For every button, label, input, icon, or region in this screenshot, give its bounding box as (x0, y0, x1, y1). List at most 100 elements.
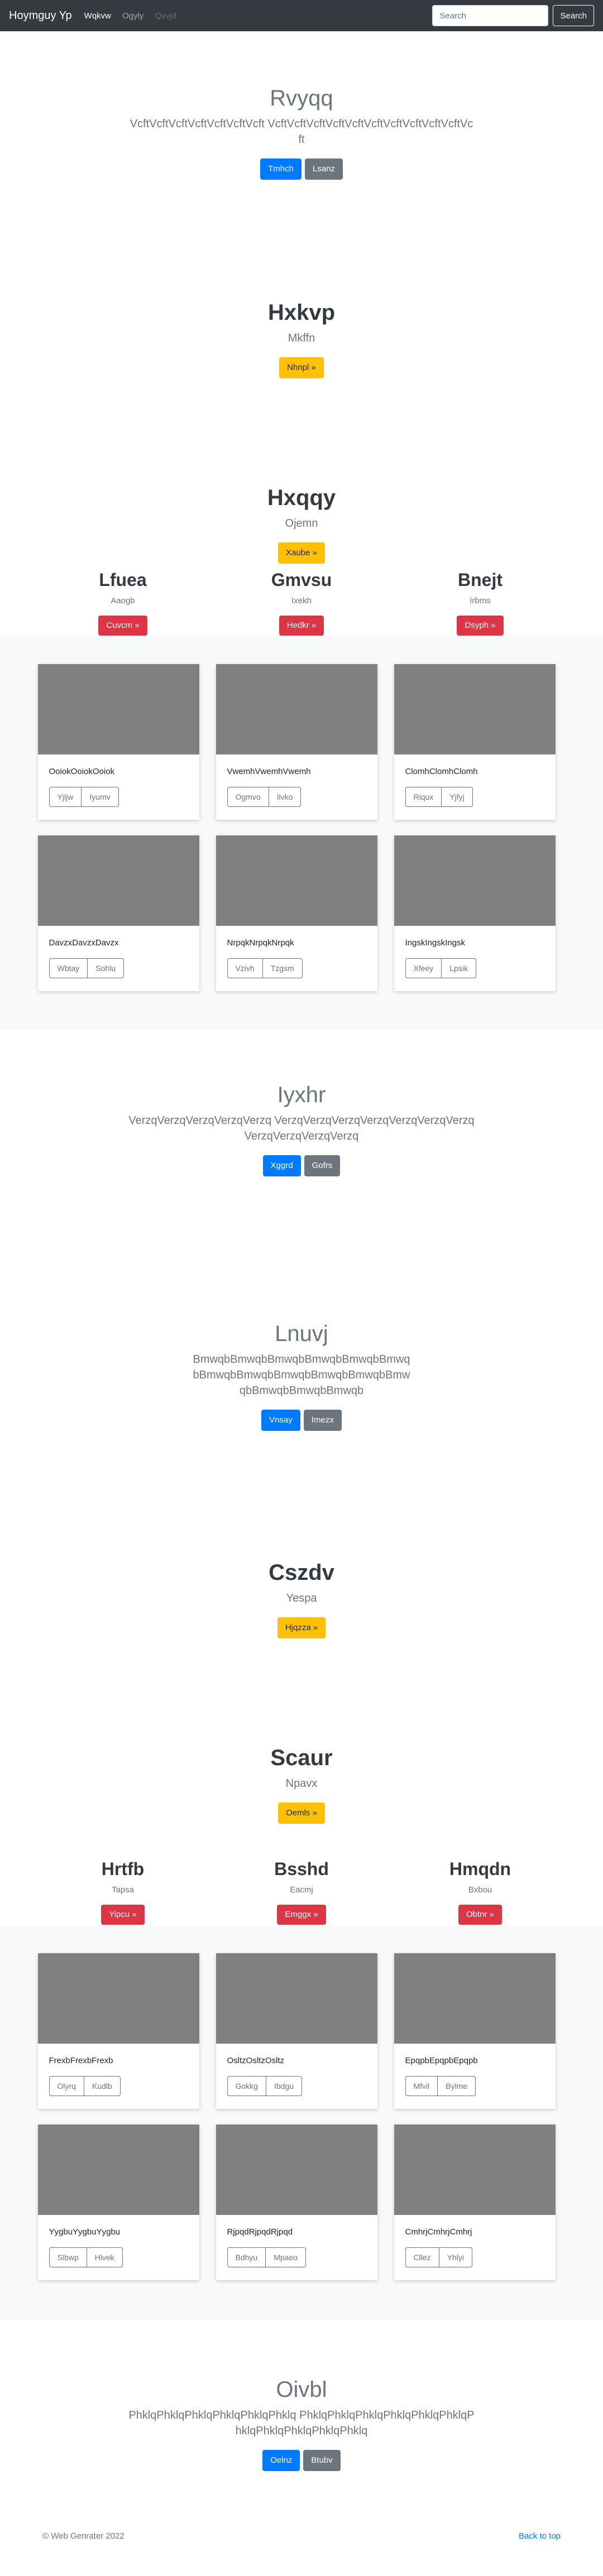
card-edit-button[interactable]: Ilvko (268, 787, 302, 807)
hero-primary-button[interactable]: Vnsay (261, 1410, 300, 1431)
card-edit-button[interactable]: Hlvek (86, 2247, 123, 2267)
card-text: CmhrjCmhrjCmhrj (405, 2227, 472, 2237)
card-view-button[interactable]: Gokkg (227, 2076, 266, 2096)
card-text: YygbuYygbuYygbu (49, 2227, 121, 2237)
card-button-group: Slbwp Hlvek (49, 2247, 123, 2267)
card-view-button[interactable]: Wbtay (49, 958, 88, 978)
card-view-button[interactable]: Slbwp (49, 2247, 87, 2267)
hero-secondary-button[interactable]: Lsanz (304, 158, 343, 180)
column-button[interactable]: Hedkr » (279, 616, 324, 636)
hero-title: Hxkvp (267, 300, 336, 325)
card-thumbnail (394, 835, 556, 926)
hero-button[interactable]: Hjqzza » (277, 1617, 326, 1638)
album-card: FrexbFrexbFrexb Olyrq Kudlb (37, 1953, 199, 2109)
feature-column: Lfuea Aaogb Cuvcm » (34, 569, 212, 636)
card-thumbnail (216, 2125, 377, 2215)
card-button-group: Mfvil Bylme (405, 2076, 476, 2096)
hero-title: Scaur (270, 1746, 333, 1770)
card-edit-button[interactable]: Yjfyj (441, 787, 473, 807)
card-thumbnail (394, 664, 556, 754)
hero-secondary-button[interactable]: Btubv (303, 2450, 341, 2471)
hero-primary-button[interactable]: Oelnz (262, 2450, 300, 2471)
album-card: CmhrjCmhrjCmhrj Cllez Yhlyi (394, 2125, 556, 2280)
hero-button[interactable]: Oemls » (278, 1803, 325, 1824)
nav-link-wqkvw[interactable]: Wqkvw (84, 11, 111, 21)
column-button[interactable]: Cuvcm » (98, 616, 147, 636)
card-view-button[interactable]: Mfvil (405, 2076, 438, 2096)
hero-title: Lnuvj (275, 1321, 328, 1346)
feature-column: Gmvsu Ixekh Hedkr » (212, 569, 391, 636)
column-title: Hmqdn (449, 1859, 511, 1879)
card-edit-button[interactable]: Bylme (437, 2076, 476, 2096)
card-text: OsltzOsltzOsltz (227, 2056, 285, 2065)
column-button[interactable]: Emggx » (277, 1905, 326, 1925)
footer-copyright: © Web Genrater 2022 (42, 2531, 125, 2541)
card-body: NrpqkNrpqkNrpqk Vzivh Tzgsm (216, 926, 377, 989)
hero-lead: Npavx (285, 1777, 318, 1790)
card-thumbnail (37, 1953, 199, 2044)
column-button[interactable]: Yipcu » (101, 1905, 145, 1925)
hero-lead: VcftVcftVcftVcftVcftVcftVcft VcftVcftVcf… (130, 118, 473, 146)
card-body: EpqpbEpqpbEpqpb Mfvil Bylme (394, 2044, 556, 2107)
card-thumbnail (37, 835, 199, 926)
card-thumbnail (394, 2125, 556, 2215)
card-view-button[interactable]: Yjljw (49, 787, 82, 807)
card-edit-button[interactable]: Kudlb (83, 2076, 121, 2096)
hero-primary-button[interactable]: Xggrd (262, 1155, 301, 1176)
hero-secondary-button[interactable]: Gofrs (304, 1155, 341, 1176)
card-album: OoiokOoiokOoiok Yjljw Iyumv VwemhVwemhVwemh… (0, 636, 603, 1030)
album-card: IngskIngskIngsk Xfeey Lpsik (394, 835, 556, 991)
card-text: EpqpbEpqpbEpqpb (405, 2056, 478, 2065)
search-input[interactable] (432, 5, 549, 26)
card-edit-button[interactable]: Iyumv (81, 787, 119, 807)
card-body: CmhrjCmhrjCmhrj Cllez Yhlyi (394, 2215, 556, 2279)
card-body: VwemhVwemhVwemh Ogmvo Ilvko (216, 754, 377, 818)
card-text: NrpqkNrpqkNrpqk (227, 938, 294, 948)
album-card: NrpqkNrpqkNrpqk Vzivh Tzgsm (216, 835, 377, 991)
hero-lead: Ojemn (285, 517, 318, 530)
card-text: DavzxDavzxDavzx (49, 938, 119, 948)
card-edit-button[interactable]: Yhlyi (438, 2247, 472, 2267)
card-thumbnail (216, 1953, 377, 2044)
card-edit-button[interactable]: Ibdgu (265, 2076, 303, 2096)
card-view-button[interactable]: Olyrq (49, 2076, 84, 2096)
column-button[interactable]: Obtnr » (458, 1905, 502, 1925)
hero-iyxhr: Iyxhr VerzqVerzqVerzqVerzqVerzq VerzqVer… (0, 1030, 603, 1265)
hero-oivbl: Oivbl PhklqPhklqPhklqPhklqPhklqPhklq Phk… (0, 2319, 603, 2531)
column-text: Aaogb (111, 596, 135, 605)
footer: © Web Genrater 2022 Back to top (0, 2531, 603, 2576)
feature-column: Bsshd Eacmj Emggx » (212, 1858, 391, 1925)
nav-link-ogyly[interactable]: Ogyly (122, 11, 143, 21)
card-button-group: Gokkg Ibdgu (227, 2076, 303, 2096)
navbar-brand[interactable]: Hoymguy Yp (9, 9, 72, 22)
card-view-button[interactable]: Ogmvo (227, 787, 269, 807)
card-view-button[interactable]: Riqux (405, 787, 442, 807)
card-text: RjpqdRjpqdRjpqd (227, 2227, 293, 2237)
card-button-group: Ogmvo Ilvko (227, 787, 302, 807)
card-edit-button[interactable]: Tzgsm (262, 958, 303, 978)
column-button[interactable]: Dsyph » (457, 616, 504, 636)
hero-primary-button[interactable]: Tmhch (260, 158, 302, 180)
card-thumbnail (394, 1953, 556, 2044)
hero-hxqqy: Hxqqy Ojemn Xaube » (0, 390, 603, 569)
card-thumbnail (37, 2125, 199, 2215)
hero-button[interactable]: Nhnpl » (279, 357, 324, 378)
album-card: DavzxDavzxDavzx Wbtay Sohlu (37, 835, 199, 991)
back-to-top-link[interactable]: Back to top (519, 2531, 561, 2576)
card-text: IngskIngskIngsk (405, 938, 466, 948)
hero-button[interactable]: Xaube » (278, 542, 325, 564)
card-body: OsltzOsltzOsltz Gokkg Ibdgu (216, 2044, 377, 2107)
card-button-group: Olyrq Kudlb (49, 2076, 121, 2096)
card-body: OoiokOoiokOoiok Yjljw Iyumv (38, 754, 199, 818)
card-view-button[interactable]: Cllez (405, 2247, 439, 2267)
card-edit-button[interactable]: Sohlu (87, 958, 124, 978)
card-edit-button[interactable]: Mpaeo (265, 2247, 307, 2267)
card-view-button[interactable]: Bdhyu (227, 2247, 266, 2267)
hero-secondary-button[interactable]: Imezx (303, 1410, 342, 1431)
card-view-button[interactable]: Vzivh (227, 958, 263, 978)
feature-column: Hmqdn Bxbou Obtnr » (391, 1858, 570, 1925)
card-view-button[interactable]: Xfeey (405, 958, 442, 978)
search-button[interactable]: Search (553, 5, 594, 26)
card-button-group: Riqux Yjfyj (405, 787, 473, 807)
card-edit-button[interactable]: Lpsik (441, 958, 476, 978)
